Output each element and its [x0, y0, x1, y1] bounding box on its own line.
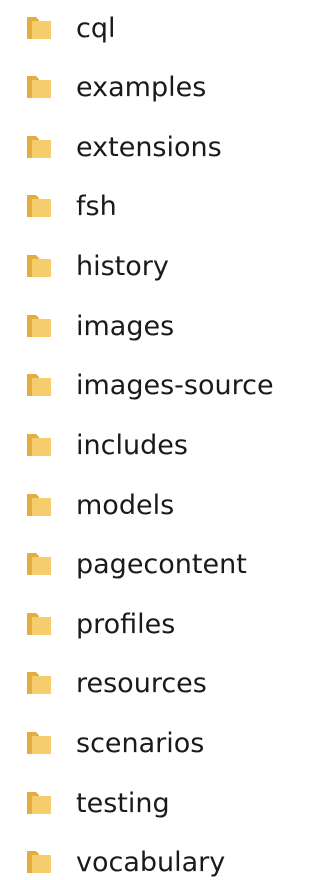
folder-label: profiles [76, 609, 176, 640]
folder-label: includes [76, 430, 188, 461]
folder-label: fsh [76, 191, 117, 222]
folder-icon [24, 132, 54, 162]
folder-label: vocabulary [76, 847, 226, 878]
folder-item-profiles[interactable]: profiles [0, 596, 308, 656]
folder-item-scenarios[interactable]: scenarios [0, 715, 308, 775]
folder-label: images-source [76, 370, 274, 401]
folder-item-vocabulary[interactable]: vocabulary [0, 834, 308, 879]
folder-icon [24, 788, 54, 818]
folder-item-testing[interactable]: testing [0, 775, 308, 835]
folder-item-images[interactable]: images [0, 298, 308, 358]
folder-item-cql[interactable]: cql [0, 0, 308, 60]
folder-label: examples [76, 72, 207, 103]
folder-icon [24, 72, 54, 102]
folder-item-extensions[interactable]: extensions [0, 119, 308, 179]
folder-list: cql examples extensions fsh history imag… [0, 0, 308, 879]
folder-label: resources [76, 668, 207, 699]
folder-label: history [76, 251, 169, 282]
folder-item-examples[interactable]: examples [0, 59, 308, 119]
folder-item-fsh[interactable]: fsh [0, 178, 308, 238]
folder-label: scenarios [76, 728, 205, 759]
folder-label: images [76, 311, 175, 342]
folder-icon [24, 847, 54, 877]
folder-label: pagecontent [76, 549, 247, 580]
folder-label: models [76, 490, 175, 521]
folder-icon [24, 490, 54, 520]
folder-item-images-source[interactable]: images-source [0, 357, 308, 417]
folder-icon [24, 728, 54, 758]
folder-icon [24, 609, 54, 639]
folder-icon [24, 430, 54, 460]
folder-label: cql [76, 13, 116, 44]
folder-icon [24, 13, 54, 43]
folder-item-resources[interactable]: resources [0, 655, 308, 715]
folder-label: extensions [76, 132, 222, 163]
folder-item-includes[interactable]: includes [0, 417, 308, 477]
folder-icon [24, 251, 54, 281]
folder-label: testing [76, 788, 170, 819]
folder-icon [24, 668, 54, 698]
folder-icon [24, 311, 54, 341]
folder-icon [24, 549, 54, 579]
folder-item-history[interactable]: history [0, 238, 308, 298]
folder-item-pagecontent[interactable]: pagecontent [0, 536, 308, 596]
folder-icon [24, 191, 54, 221]
folder-item-models[interactable]: models [0, 477, 308, 537]
folder-icon [24, 370, 54, 400]
